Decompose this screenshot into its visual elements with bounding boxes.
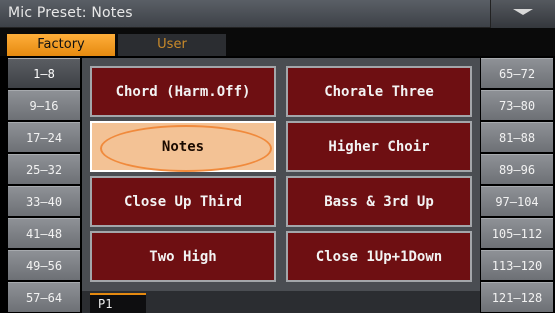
preset-button-notes[interactable]: Notes — [90, 121, 276, 172]
range-button-33-40[interactable]: 33–40 — [8, 186, 80, 216]
range-button-89-96[interactable]: 89–96 — [481, 154, 553, 184]
range-button-121-128[interactable]: 121–128 — [481, 282, 553, 312]
preset-button-bass-3rd-up[interactable]: Bass & 3rd Up — [286, 176, 472, 227]
preset-button-higher-choir[interactable]: Higher Choir — [286, 121, 472, 172]
range-button-81-88[interactable]: 81–88 — [481, 122, 553, 152]
page-title: Mic Preset: Notes — [8, 5, 133, 21]
preset-label: Bass & 3rd Up — [324, 193, 434, 210]
preset-label: Close Up Third — [123, 193, 242, 210]
preset-button-chord-harm-off[interactable]: Chord (Harm.Off) — [90, 66, 276, 117]
tab-row: Factory User — [0, 28, 555, 56]
range-button-57-64[interactable]: 57–64 — [8, 282, 80, 312]
tab-user[interactable]: User — [118, 34, 226, 56]
range-button-105-112[interactable]: 105–112 — [481, 218, 553, 248]
range-button-73-80[interactable]: 73–80 — [481, 90, 553, 120]
range-button-25-32[interactable]: 25–32 — [8, 154, 80, 184]
range-button-1-8[interactable]: 1–8 — [8, 58, 80, 88]
range-button-41-48[interactable]: 41–48 — [8, 218, 80, 248]
preset-label: Close 1Up+1Down — [315, 248, 443, 265]
preset-button-close-1up-1down[interactable]: Close 1Up+1Down — [286, 231, 472, 282]
preset-label: Chord (Harm.Off) — [115, 83, 251, 100]
preset-button-close-up-third[interactable]: Close Up Third — [90, 176, 276, 227]
preset-grid: Chord (Harm.Off) Chorale Three Notes Hig… — [82, 58, 480, 313]
page-tab-p1[interactable]: P1 — [90, 293, 146, 313]
range-button-113-120[interactable]: 113–120 — [481, 250, 553, 280]
preset-button-two-high[interactable]: Two High — [90, 231, 276, 282]
chevron-down-icon — [513, 9, 533, 15]
preset-label: Higher Choir — [328, 138, 430, 155]
range-button-9-16[interactable]: 9–16 — [8, 90, 80, 120]
preset-button-chorale-three[interactable]: Chorale Three — [286, 66, 472, 117]
tab-factory[interactable]: Factory — [7, 34, 115, 56]
range-button-49-56[interactable]: 49–56 — [8, 250, 80, 280]
title-bar: Mic Preset: Notes — [0, 0, 555, 28]
range-button-97-104[interactable]: 97–104 — [481, 186, 553, 216]
preset-label: Chorale Three — [324, 83, 434, 100]
preset-label: Two High — [149, 248, 217, 265]
range-button-17-24[interactable]: 17–24 — [8, 122, 80, 152]
menu-button[interactable] — [490, 0, 555, 28]
preset-label: Notes — [161, 138, 205, 155]
range-button-65-72[interactable]: 65–72 — [481, 58, 553, 88]
